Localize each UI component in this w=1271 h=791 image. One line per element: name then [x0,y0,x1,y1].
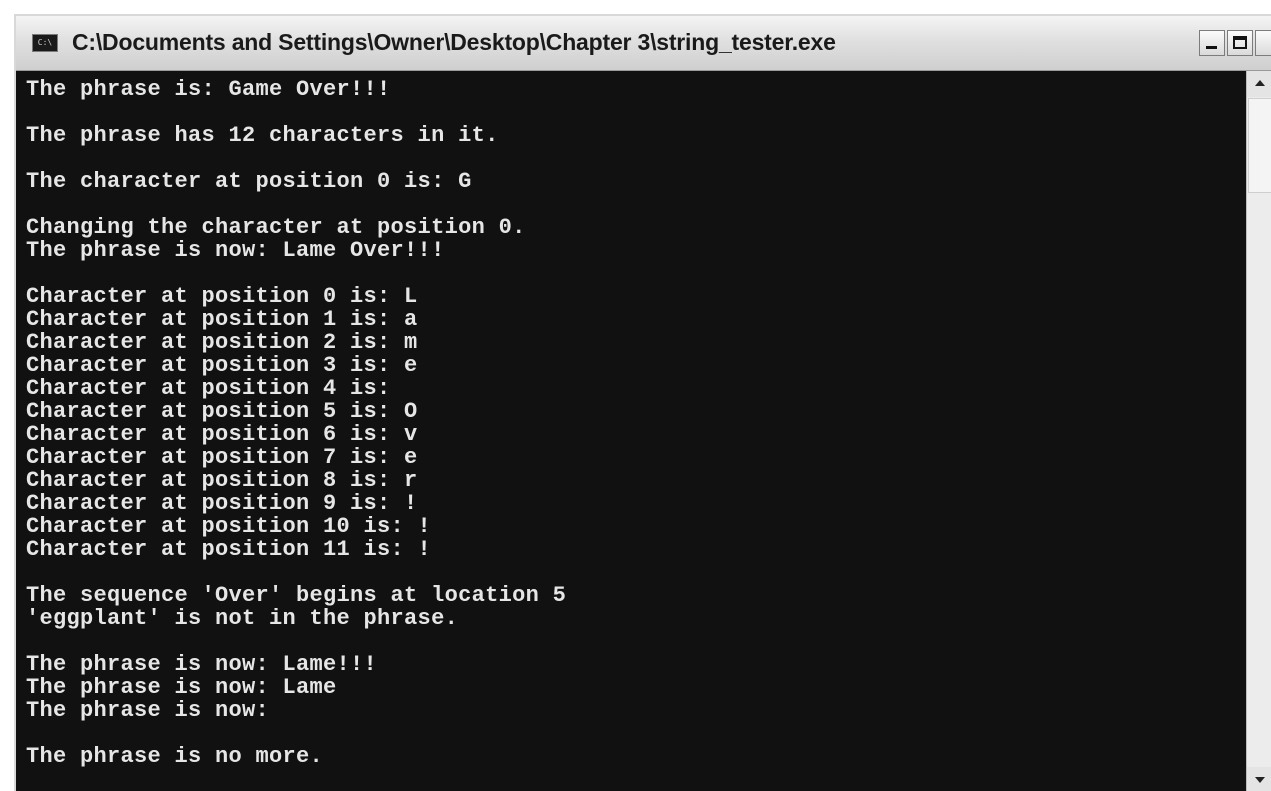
console-line: The character at position 0 is: G [26,169,472,194]
console-line: Character at position 11 is: ! [26,537,432,562]
minimize-icon [1206,46,1217,49]
console-line: Character at position 0 is: L [26,284,418,309]
console-line: Character at position 3 is: e [26,353,418,378]
console-line: Character at position 7 is: e [26,445,418,470]
console-line: Character at position 1 is: a [26,307,418,332]
close-button[interactable] [1255,30,1271,56]
scroll-down-button[interactable] [1247,767,1271,791]
console-output[interactable]: The phrase is: Game Over!!! The phrase ha… [16,71,1246,791]
console-window: C:\ C:\Documents and Settings\Owner\Desk… [14,14,1271,791]
console-app-icon[interactable]: C:\ [32,34,58,52]
window-title: C:\Documents and Settings\Owner\Desktop\… [72,29,836,55]
console-line: 'eggplant' is not in the phrase. [26,606,459,631]
console-line: The phrase is no more. [26,744,324,769]
scroll-thumb[interactable] [1248,98,1271,193]
console-line: Character at position 10 is: ! [26,514,432,539]
title-bar[interactable]: C:\ C:\Documents and Settings\Owner\Desk… [16,16,1271,71]
console-line: Changing the character at position 0. [26,215,526,240]
console-line: Character at position 9 is: ! [26,491,418,516]
console-line: The phrase is: Game Over!!! [26,77,391,102]
console-line: Character at position 2 is: m [26,330,418,355]
console-line: Character at position 6 is: v [26,422,418,447]
console-lines: The phrase is: Game Over!!! The phrase ha… [26,78,566,768]
console-line: The phrase is now: Lame!!! [26,652,378,677]
console-line: The sequence 'Over' begins at location 5 [26,583,567,608]
maximize-icon [1233,36,1247,49]
console-line: The phrase has 12 characters in it. [26,123,499,148]
console-line: Character at position 4 is: [26,376,391,401]
minimize-button[interactable] [1199,30,1225,56]
maximize-button[interactable] [1227,30,1253,56]
scroll-down-arrow-icon [1255,777,1265,783]
console-line: The phrase is now: Lame Over!!! [26,238,445,263]
console-line: Character at position 8 is: r [26,468,418,493]
console-line: Character at position 5 is: O [26,399,418,424]
vertical-scrollbar[interactable] [1246,71,1271,791]
scroll-up-arrow-icon [1255,80,1265,86]
scroll-up-button[interactable] [1247,71,1271,97]
console-line: The phrase is now: Lame [26,675,337,700]
console-line: The phrase is now: [26,698,270,723]
